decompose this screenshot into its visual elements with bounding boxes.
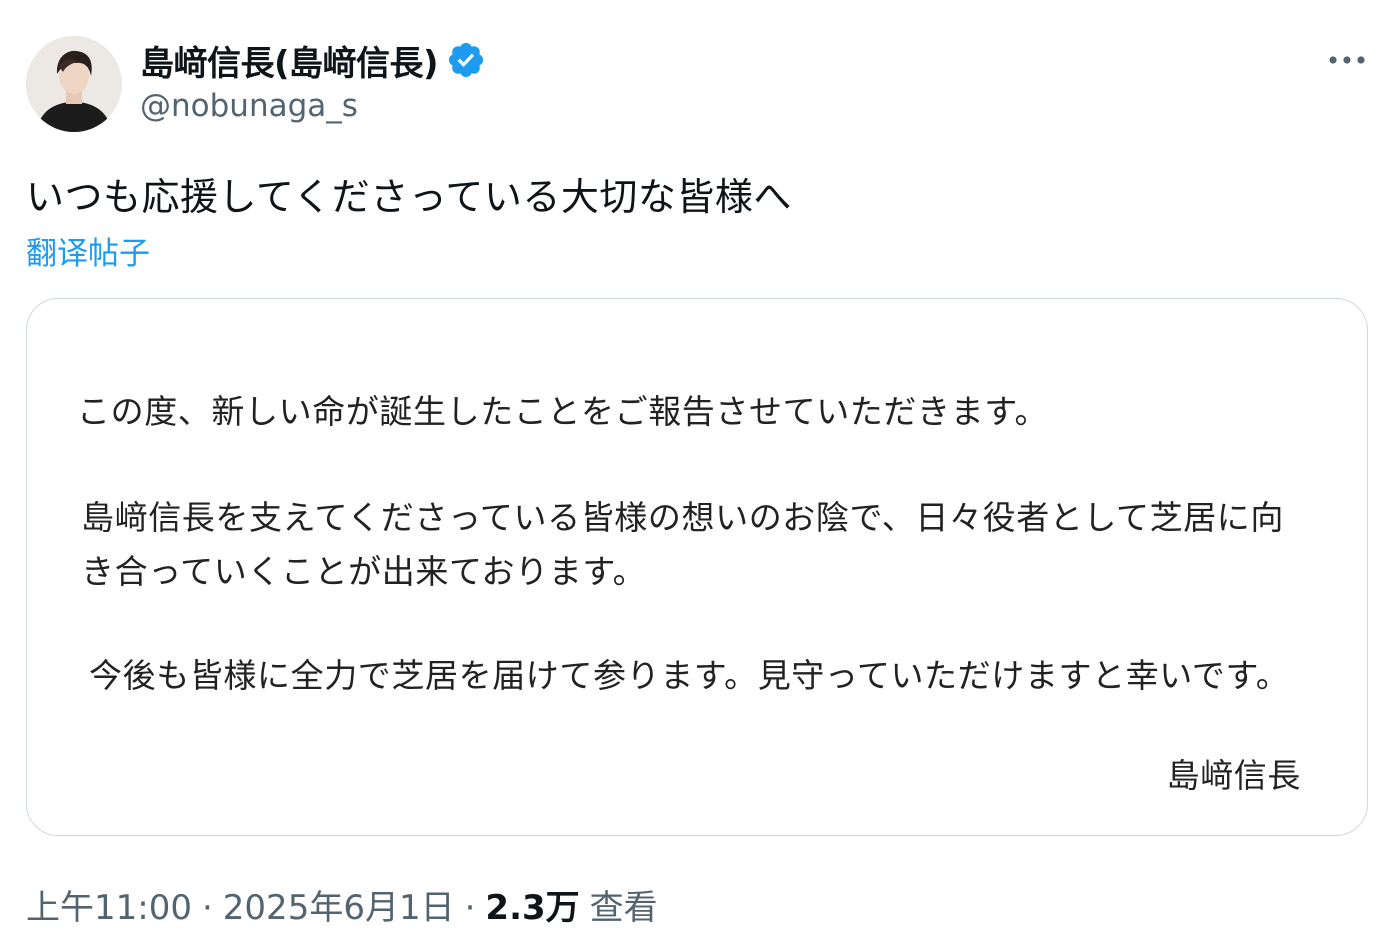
more-options-button[interactable] xyxy=(1323,44,1371,76)
separator-dot: · xyxy=(464,888,476,928)
tweet-metadata: 上午11:00 · 2025年6月1日 · 2.3万 查看 xyxy=(26,880,658,929)
tweet-time: 上午11:00 xyxy=(26,888,192,928)
tweet-date: 2025年6月1日 xyxy=(222,888,455,928)
display-name-text: 島﨑信長(島﨑信長) xyxy=(140,43,439,84)
announcement-line-4: 今後も皆様に全力で芝居を届けて参ります。見守っていただけますと幸いです。 xyxy=(89,656,1290,695)
tweet-text: いつも応援してくださっている大切な皆様へ xyxy=(26,175,792,219)
separator-dot: · xyxy=(201,888,213,928)
announcement-signature: 島﨑信長 xyxy=(1166,756,1301,795)
verified-badge-icon[interactable] xyxy=(446,40,486,80)
translate-post-link[interactable]: 翻译帖子 xyxy=(26,228,150,273)
views-count: 2.3万 xyxy=(485,888,580,928)
author-handle[interactable]: @nobunaga_s xyxy=(140,88,358,124)
views-label: 查看 xyxy=(589,888,658,928)
profile-photo-icon xyxy=(26,36,122,132)
tweet-container: 島﨑信長(島﨑信長) @nobunaga_s いつも応援してくださっている大切な… xyxy=(0,0,1399,931)
announcement-line-2: 島﨑信長を支えてくださっている皆様の想いのお陰で、日々役者として芝居に向 xyxy=(81,498,1284,537)
tweet-time-link[interactable]: 上午11:00 · 2025年6月1日 xyxy=(26,880,455,929)
author-display-name[interactable]: 島﨑信長(島﨑信長) xyxy=(140,36,486,84)
announcement-line-1: この度、新しい命が誕生したことをご報告させていただきます。 xyxy=(77,392,1049,431)
more-horizontal-icon xyxy=(1329,56,1365,64)
announcement-line-3: き合っていくことが出来ております。 xyxy=(81,552,647,591)
attached-image[interactable]: この度、新しい命が誕生したことをご報告させていただきます。 島﨑信長を支えてくだ… xyxy=(26,298,1368,836)
avatar[interactable] xyxy=(26,36,122,132)
